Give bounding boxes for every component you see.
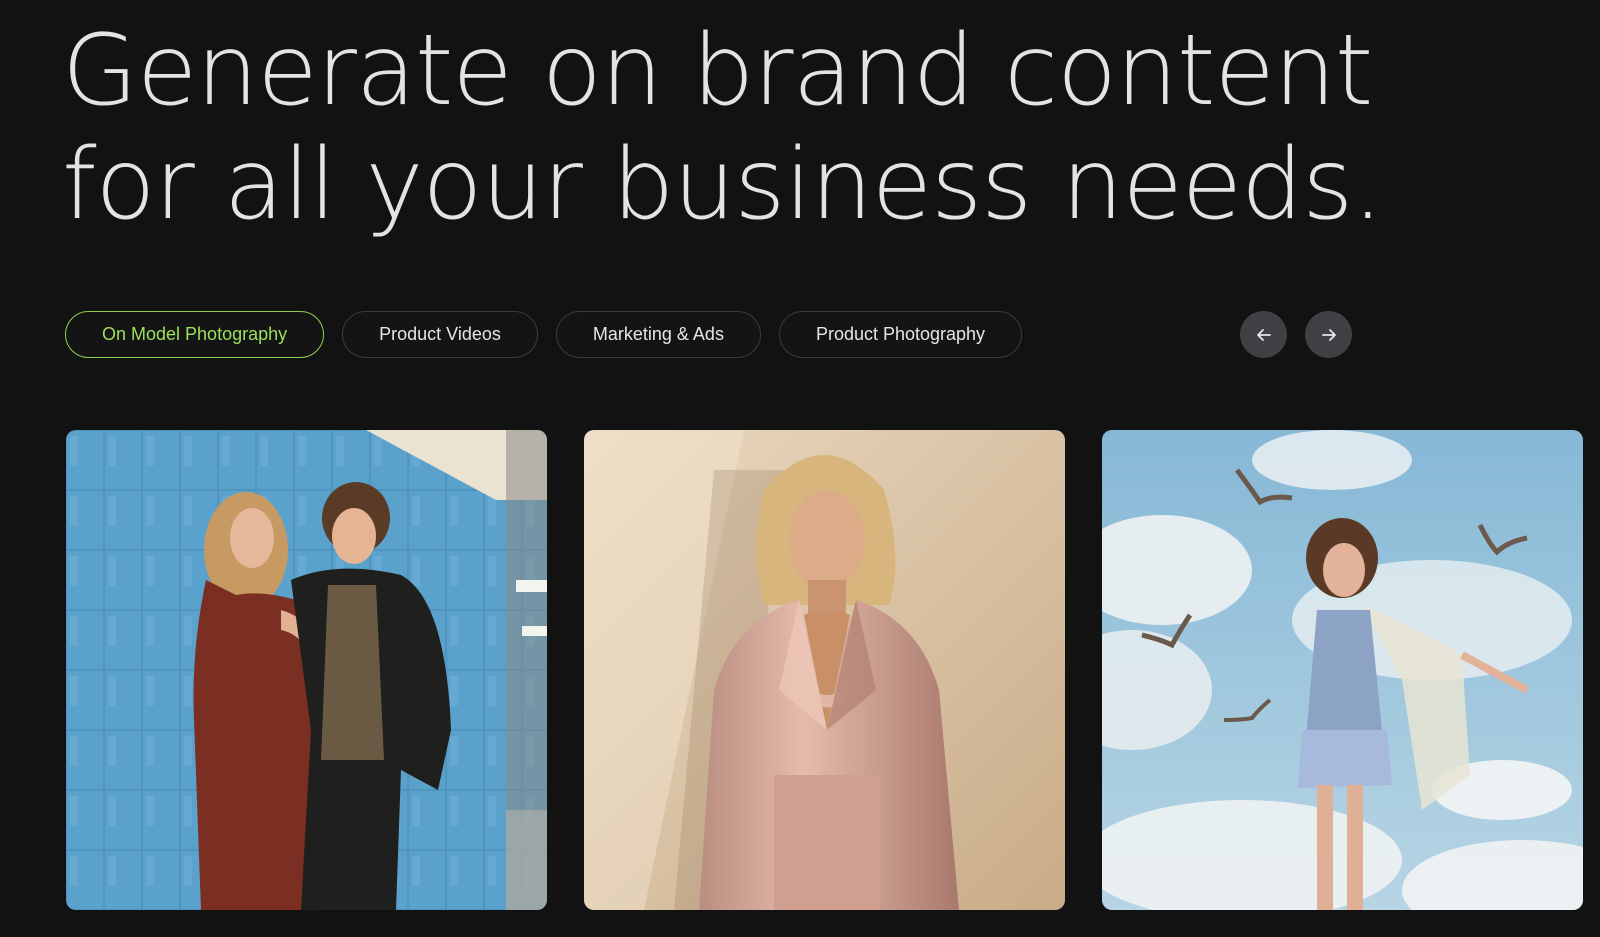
headline-line-1: Generate on brand content <box>62 14 1373 128</box>
category-tabs: On Model Photography Product Videos Mark… <box>65 311 1023 358</box>
page: Generate on brand content for all your b… <box>0 0 1600 937</box>
arrow-left-icon <box>1256 328 1271 341</box>
tab-on-model-photography[interactable]: On Model Photography <box>65 311 325 358</box>
gallery-image-sky-birds[interactable] <box>1102 430 1583 910</box>
gallery-image-couple[interactable] <box>66 430 547 910</box>
carousel-next-button[interactable] <box>1305 311 1352 358</box>
tab-product-videos[interactable]: Product Videos <box>342 311 538 358</box>
tab-product-photography[interactable]: Product Photography <box>778 311 1023 358</box>
hero-headline: Generate on brand content for all your b… <box>62 14 1383 242</box>
tab-marketing-ads[interactable]: Marketing & Ads <box>555 311 761 358</box>
arrow-right-icon <box>1321 328 1336 341</box>
gallery-image-pink-suit[interactable] <box>584 430 1065 910</box>
carousel-prev-button[interactable] <box>1240 311 1287 358</box>
headline-line-2: for all your business needs. <box>62 128 1383 242</box>
